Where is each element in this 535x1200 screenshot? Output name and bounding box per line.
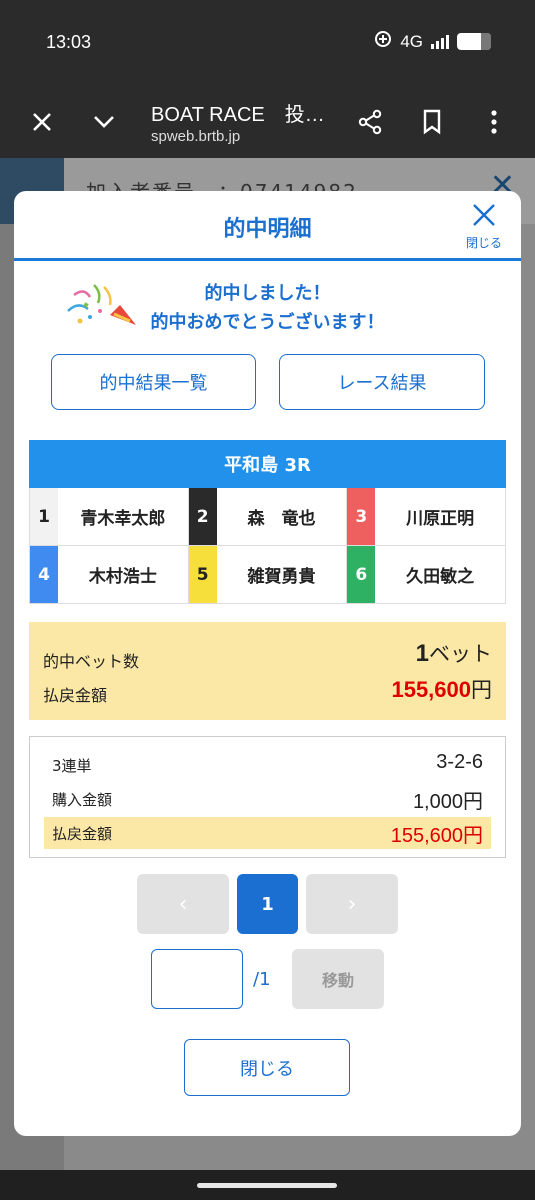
payout-value: 155,600円 — [391, 674, 492, 704]
move-button[interactable]: 移動 — [292, 949, 384, 1009]
next-page-button[interactable]: › — [306, 874, 398, 934]
payout-amount: 155,600 — [391, 677, 471, 702]
network-type: 4G — [400, 31, 423, 51]
payout-unit: 円 — [471, 678, 492, 702]
racer-cell: 6 久田敏之 — [347, 546, 506, 604]
bet-combination: 3-2-6 — [436, 751, 483, 773]
more-menu-icon[interactable] — [474, 102, 514, 142]
congrats-line-2: 的中おめでとうございます！ — [150, 312, 385, 333]
modal-close-button[interactable]: 閉じる — [461, 203, 507, 251]
browser-toolbar: BOAT RACE 投… spweb.brtb.jp — [0, 88, 535, 158]
share-icon[interactable] — [350, 102, 390, 142]
hit-bets-unit: ベット — [429, 642, 492, 666]
purchase-label: 購入金額 — [52, 791, 113, 809]
racer-cell: 5 雑賀勇貴 — [188, 546, 348, 604]
race-results-button[interactable]: レース結果 — [279, 354, 485, 410]
congrats-message: 的中しました！ 的中おめでとうございます！ — [14, 279, 521, 337]
detail-payout-row: 払戻金額 155,600円 — [44, 817, 491, 849]
detail-payout-label: 払戻金額 — [52, 825, 113, 843]
results-list-button[interactable]: 的中結果一覧 — [51, 354, 256, 410]
battery-icon — [457, 33, 491, 50]
bookmark-icon[interactable] — [412, 102, 452, 142]
modal-header: 的中明細 閉じる — [14, 191, 521, 261]
racer-name: 青木幸太郎 — [80, 509, 166, 529]
chevron-down-icon[interactable] — [84, 102, 124, 142]
close-tab-icon[interactable] — [22, 102, 62, 142]
status-bar: 13:03 4G — [0, 0, 535, 88]
racer-cell: 2 森 竜也 — [188, 488, 348, 546]
racer-number: 2 — [188, 488, 217, 545]
prev-page-button[interactable]: ‹ — [137, 874, 229, 934]
status-icons: 4G — [374, 30, 491, 53]
racer-name: 雑賀勇貴 — [247, 567, 316, 587]
racer-cell: 4 木村浩士 — [30, 546, 189, 604]
payout-label: 払戻金額 — [43, 686, 108, 705]
racer-name: 木村浩士 — [88, 567, 157, 587]
status-time: 13:03 — [46, 32, 92, 52]
hit-summary: 的中ベット数 1ベット 払戻金額 155,600円 — [29, 622, 506, 720]
bet-type-row: 3連単 3-2-6 — [44, 749, 491, 781]
racer-name: 森 竜也 — [247, 509, 316, 529]
current-page-button[interactable]: 1 — [237, 874, 298, 934]
hit-bets-count: 1 — [415, 640, 429, 667]
signal-icon — [431, 34, 449, 49]
bet-type: 3連単 — [52, 757, 92, 775]
racer-number: 6 — [347, 546, 376, 603]
data-saver-icon — [374, 30, 392, 53]
hit-detail-modal: 的中明細 閉じる 的中しました！ 的中おめでとうございます！ 的中結果一覧 レー… — [14, 191, 521, 1136]
modal-close-label: 閉じる — [465, 236, 502, 250]
page-title: BOAT RACE 投… — [151, 104, 325, 126]
footer-close-button[interactable]: 閉じる — [184, 1039, 350, 1096]
racer-cell: 3 川原正明 — [347, 488, 506, 546]
racer-name: 川原正明 — [406, 509, 475, 529]
racer-name: 久田敏之 — [406, 567, 475, 587]
page-url[interactable]: spweb.brtb.jp — [151, 128, 240, 145]
hit-bets-label: 的中ベット数 — [43, 652, 140, 671]
congrats-line-1: 的中しました！ — [204, 283, 331, 304]
racer-number: 1 — [30, 488, 58, 545]
page-number-input[interactable] — [151, 949, 243, 1009]
racer-number: 3 — [347, 488, 376, 545]
home-gesture-pill[interactable] — [197, 1183, 337, 1188]
racer-cell: 1 青木幸太郎 — [30, 488, 189, 546]
hit-bets-value: 1ベット — [416, 638, 492, 668]
bet-detail: 3連単 3-2-6 購入金額 1,000円 払戻金額 155,600円 — [29, 736, 506, 858]
racer-number: 5 — [188, 546, 217, 603]
purchase-value: 1,000円 — [412, 791, 483, 813]
racer-number: 4 — [30, 546, 58, 603]
race-title: 平和島 3R — [29, 440, 506, 488]
page-total: /1 — [253, 969, 271, 990]
purchase-row: 購入金額 1,000円 — [44, 783, 491, 815]
racer-grid: 1 青木幸太郎 2 森 竜也 3 川原正明 4 木村浩士 5 雑賀勇貴 6 久田敏之 — [29, 488, 506, 604]
close-icon — [461, 203, 507, 232]
modal-title: 的中明細 — [223, 217, 312, 242]
detail-payout-value: 155,600円 — [390, 825, 483, 847]
